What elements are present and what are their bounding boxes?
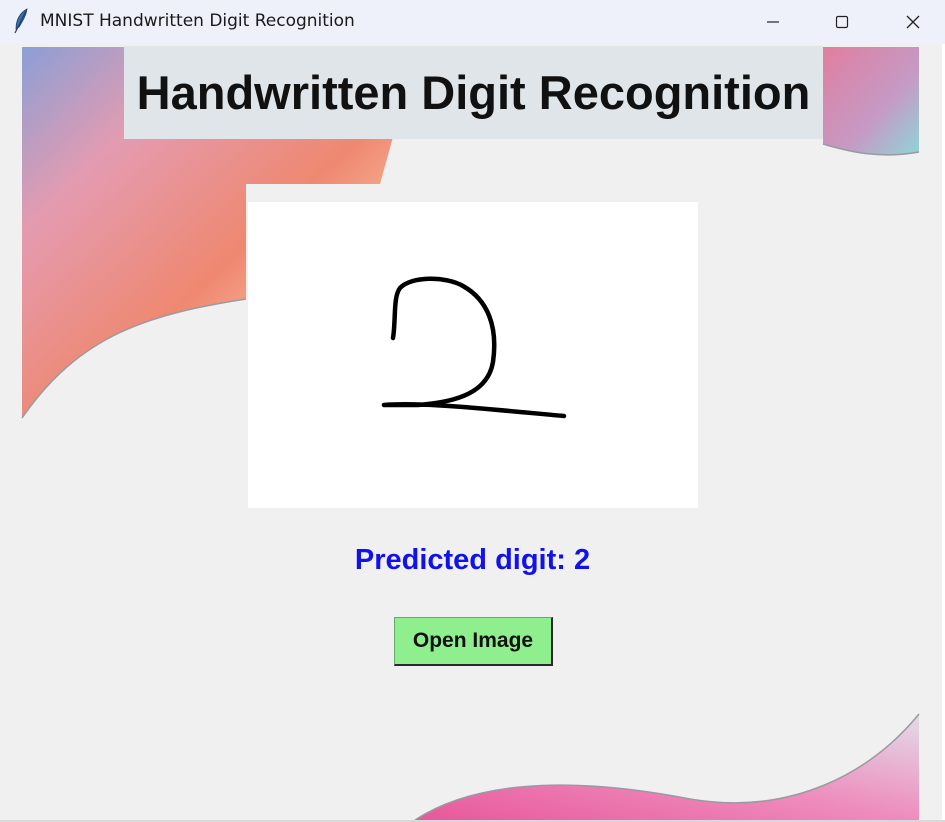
app-heading: Handwritten Digit Recognition xyxy=(136,66,811,119)
app-client-area: Handwritten Digit Recognition Predicted … xyxy=(0,44,942,820)
close-button[interactable] xyxy=(883,0,943,44)
maximize-icon xyxy=(835,15,849,29)
window-title: MNIST Handwritten Digit Recognition xyxy=(40,11,355,31)
feather-icon xyxy=(12,8,32,34)
window-titlebar[interactable]: MNIST Handwritten Digit Recognition xyxy=(0,0,945,44)
handwritten-digit-2 xyxy=(381,276,567,419)
open-image-button[interactable]: Open Image xyxy=(394,617,553,666)
heading-banner: Handwritten Digit Recognition xyxy=(124,46,823,139)
close-icon xyxy=(906,15,920,29)
minimize-icon xyxy=(767,21,779,23)
minimize-button[interactable] xyxy=(743,0,803,44)
prediction-label: Predicted digit: 2 xyxy=(354,544,591,576)
maximize-button[interactable] xyxy=(812,0,872,44)
digit-image xyxy=(248,202,698,508)
